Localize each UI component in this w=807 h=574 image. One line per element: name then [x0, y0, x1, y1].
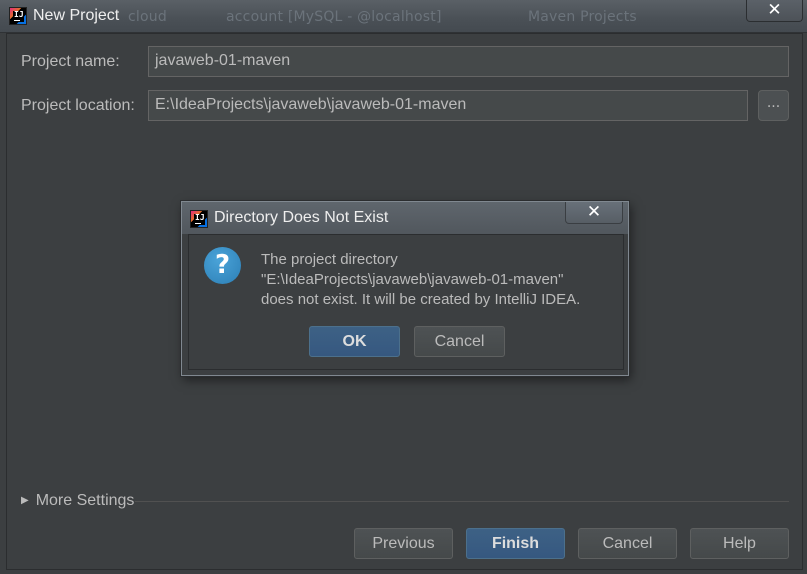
browse-location-button[interactable]: ... [758, 90, 789, 121]
question-icon: ? [204, 247, 241, 284]
close-icon: ✕ [586, 202, 602, 222]
project-location-label: Project location: [21, 97, 135, 114]
project-location-field[interactable]: E:\IdeaProjects\javaweb\javaweb-01-maven [148, 90, 748, 121]
help-button[interactable]: Help [690, 528, 789, 559]
window-title: New Project [33, 7, 120, 24]
project-name-field[interactable]: javaweb-01-maven [148, 46, 789, 77]
dialog-message-line-3: does not exist. It will be created by In… [261, 291, 581, 308]
dialog-cancel-button[interactable]: Cancel [414, 326, 505, 357]
intellij-idea-icon: IJ [190, 210, 208, 228]
dialog-title: Directory Does Not Exist [214, 209, 389, 226]
triangle-right-icon: ▶ [21, 495, 29, 506]
dialog-ok-button[interactable]: OK [309, 326, 400, 357]
intellij-idea-icon: IJ [9, 7, 27, 25]
cancel-button[interactable]: Cancel [578, 528, 677, 559]
background-tab-maven: Maven Projects [528, 9, 637, 25]
project-name-label: Project name: [21, 53, 120, 70]
background-tab-cloud: cloud [128, 9, 167, 25]
dialog-body: ? The project directory "E:\IdeaProjects… [188, 234, 624, 370]
dialog-message-line-1: The project directory [261, 251, 398, 268]
dialog-message-line-2: "E:\IdeaProjects\javaweb\javaweb-01-mave… [261, 271, 564, 288]
dialog-close-button[interactable]: ✕ [565, 202, 623, 224]
background-tab-account: account [MySQL - @localhost] [226, 9, 442, 25]
more-settings-label: More Settings [35, 492, 135, 509]
more-settings-divider [135, 501, 789, 502]
more-settings-toggle[interactable]: ▶ More Settings [21, 492, 134, 510]
close-icon: ✕ [767, 0, 782, 20]
window-close-button[interactable]: ✕ [746, 0, 803, 22]
directory-not-exist-dialog: IJ Directory Does Not Exist ✕ ? The proj… [181, 201, 629, 376]
previous-button[interactable]: Previous [354, 528, 453, 559]
finish-button[interactable]: Finish [466, 528, 565, 559]
window-titlebar: cloud account [MySQL - @localhost] Maven… [0, 0, 807, 33]
dialog-titlebar: IJ Directory Does Not Exist ✕ [182, 202, 628, 234]
